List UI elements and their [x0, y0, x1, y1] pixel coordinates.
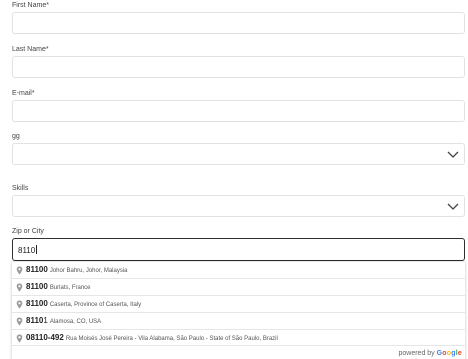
map-pin-icon — [16, 317, 23, 326]
suggestion-secondary: Caserta, Province of Caserta, Italy — [49, 302, 142, 308]
suggestion-rest: 1 — [43, 316, 48, 325]
chevron-down-icon[interactable] — [446, 147, 460, 161]
gg-label: gg — [12, 133, 20, 140]
text-caret — [36, 245, 38, 254]
last-name-label: Last Name* — [12, 46, 49, 53]
suggestion-secondary: Burlats, France — [49, 285, 91, 291]
first-name-label: First Name* — [12, 2, 49, 9]
chevron-down-icon[interactable] — [446, 199, 460, 213]
last-name-input[interactable] — [12, 56, 465, 78]
gg-select[interactable] — [12, 143, 465, 165]
suggestion-secondary: Rua Moisés José Pereira - Vila Alabama, … — [65, 336, 278, 342]
zip-label: Zip or City — [12, 228, 44, 235]
suggestion-item[interactable]: 08110-492 Rua Moisés José Pereira - Vila … — [12, 330, 465, 346]
suggestion-match: 08110-492 — [26, 333, 64, 342]
suggestion-match: 81100 — [26, 282, 48, 291]
skills-select[interactable] — [12, 195, 465, 217]
suggestion-item[interactable]: 81100 Johor Bahru, Johor, Malaysia — [12, 262, 465, 279]
zip-value: 8110 — [18, 245, 38, 255]
suggestion-item[interactable]: 81100 Caserta, Province of Caserta, Italy — [12, 296, 465, 313]
map-pin-icon — [16, 300, 23, 309]
suggestion-match: 8110 — [26, 316, 44, 325]
suggestion-item[interactable]: 81101 Alamosa, CO, USA — [12, 313, 465, 330]
powered-by-google: powered by Google — [398, 349, 462, 358]
map-pin-icon — [16, 334, 23, 343]
autocomplete-dropdown: 81100 Johor Bahru, Johor, Malaysia 81100 B… — [12, 261, 465, 359]
map-pin-icon — [16, 266, 23, 275]
suggestion-match: 81100 — [26, 299, 48, 308]
google-logo: Google — [436, 350, 462, 357]
zip-input[interactable]: 8110 — [12, 238, 465, 261]
suggestion-match: 81100 — [26, 265, 48, 274]
map-pin-icon — [16, 283, 23, 292]
suggestion-secondary: Johor Bahru, Johor, Malaysia — [49, 268, 128, 274]
suggestion-item[interactable]: 81100 Burlats, France — [12, 279, 465, 296]
email-label: E-mail* — [12, 90, 35, 97]
skills-label: Skills — [12, 185, 29, 192]
powered-by-text: powered by — [398, 350, 435, 357]
suggestion-secondary: Alamosa, CO, USA — [49, 319, 102, 325]
first-name-input[interactable] — [12, 12, 465, 34]
email-input[interactable] — [12, 100, 465, 122]
